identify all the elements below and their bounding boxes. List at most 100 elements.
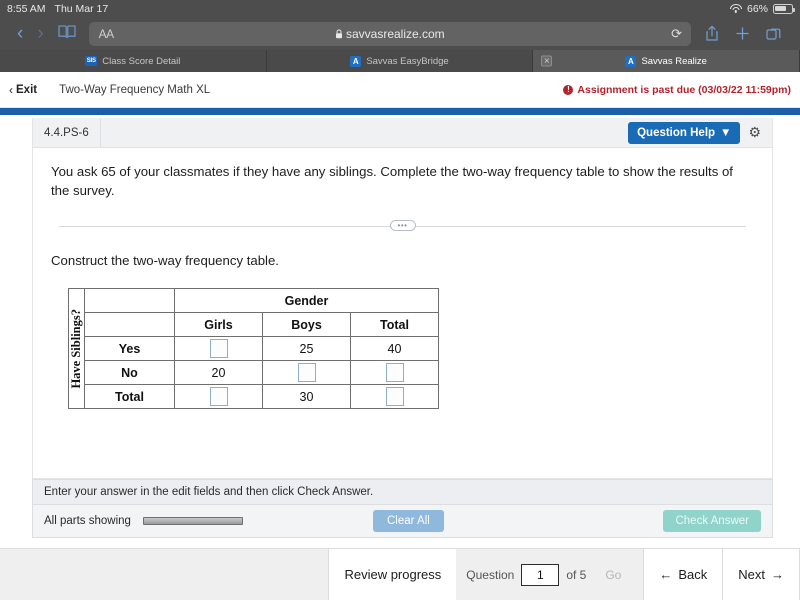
past-due-notice: ! Assignment is past due (03/03/22 11:59… xyxy=(563,84,791,96)
column-group-header: Gender xyxy=(174,288,439,314)
status-date: Thu Mar 17 xyxy=(54,2,109,15)
back-label: Back xyxy=(678,567,708,582)
arrow-left-icon: ← xyxy=(659,567,673,582)
check-answer-button[interactable]: Check Answer xyxy=(663,510,761,532)
battery-percent-label: 66% xyxy=(746,2,768,15)
cell-total-boys: 30 xyxy=(262,384,351,410)
column-header-boys: Boys xyxy=(262,312,351,338)
past-due-text: Assignment is past due (03/03/22 11:59pm… xyxy=(577,83,791,96)
question-label: Question xyxy=(466,567,515,582)
question-jump-group: Question 1 of 5 Go xyxy=(456,549,643,600)
question-help-button[interactable]: Question Help ▼ xyxy=(628,121,741,144)
row-header-total: Total xyxy=(84,384,175,410)
status-time: 8:55 AM xyxy=(7,2,46,15)
answer-action-bar: All parts showing Clear All Check Answer xyxy=(32,505,773,538)
cell-yes-girls[interactable] xyxy=(174,336,263,362)
accent-bar xyxy=(0,108,800,115)
cell-no-girls: 20 xyxy=(174,360,263,386)
gear-icon[interactable]: ⚙ xyxy=(748,124,761,141)
bottom-navigation-bar: Review progress Question 1 of 5 Go ← Bac… xyxy=(0,548,800,600)
wifi-icon xyxy=(729,4,742,13)
question-count-label: of 5 xyxy=(566,567,587,582)
question-body: You ask 65 of your classmates if they ha… xyxy=(33,148,772,410)
answer-input-box[interactable] xyxy=(385,363,404,383)
screen-root: 8:55 AM Thu Mar 17 66% ‹ › AA savvasreal… xyxy=(0,0,800,600)
assignment-title: Two-Way Frequency Math XL xyxy=(59,83,211,96)
browser-tab-label: Savvas Realize xyxy=(641,55,707,67)
answer-input-box[interactable] xyxy=(209,387,228,407)
savvas-favicon-icon xyxy=(625,55,637,67)
exit-button[interactable]: ‹ Exit xyxy=(9,83,37,97)
go-button[interactable]: Go xyxy=(593,568,633,582)
cell-no-boys[interactable] xyxy=(262,360,351,386)
table-row-column-headers: Girls Boys Total xyxy=(69,312,439,338)
cell-yes-boys: 25 xyxy=(262,336,351,362)
parts-status-label: All parts showing xyxy=(44,515,131,527)
next-label: Next xyxy=(738,567,765,582)
frequency-table-wrapper: Have Siblings? Gender Girls Boys Total Y… xyxy=(68,288,754,410)
question-help-label: Question Help xyxy=(637,126,716,139)
browser-toolbar: ‹ › AA savvasrealize.com ⟳ xyxy=(0,17,800,50)
row-axis-label: Have Siblings? xyxy=(68,288,85,410)
answer-input-box[interactable] xyxy=(297,363,316,383)
answer-input-box[interactable] xyxy=(209,339,228,359)
question-subprompt: Construct the two-way frequency table. xyxy=(51,253,279,269)
share-icon[interactable] xyxy=(697,25,727,42)
tabs-icon[interactable] xyxy=(758,26,790,42)
question-panel: 4.4.PS-6 Question Help ▼ ⚙ You ask 65 of… xyxy=(32,118,773,479)
cell-total-girls[interactable] xyxy=(174,384,263,410)
table-row-group-header: Have Siblings? Gender xyxy=(68,288,439,410)
clear-all-button[interactable]: Clear All xyxy=(373,510,444,532)
next-button[interactable]: Next → xyxy=(722,549,800,600)
table-row: Yes 25 40 xyxy=(69,336,439,362)
table-corner-cell xyxy=(84,312,175,338)
two-way-frequency-table: Have Siblings? Gender Girls Boys Total Y… xyxy=(68,288,439,410)
close-icon[interactable]: ✕ xyxy=(541,55,553,67)
answer-instruction-bar: Enter your answer in the edit fields and… xyxy=(32,479,773,505)
column-header-girls: Girls xyxy=(174,312,263,338)
chevron-right-icon[interactable]: › xyxy=(30,24,50,43)
answer-instruction-text: Enter your answer in the edit fields and… xyxy=(44,486,374,498)
question-prompt: You ask 65 of your classmates if they ha… xyxy=(51,164,733,199)
cell-total-total[interactable] xyxy=(350,384,439,410)
chevron-left-icon: ‹ xyxy=(9,82,13,97)
column-header-total: Total xyxy=(350,312,439,338)
ios-status-bar: 8:55 AM Thu Mar 17 66% xyxy=(0,0,800,17)
browser-tab-label: Savvas EasyBridge xyxy=(366,55,449,67)
status-bar-left: 8:55 AM Thu Mar 17 xyxy=(7,3,108,15)
browser-tab-savvas-realize[interactable]: ✕ Savvas Realize xyxy=(533,50,800,72)
table-row: No 20 xyxy=(69,360,439,386)
savvas-favicon-icon xyxy=(350,55,362,67)
book-icon[interactable] xyxy=(51,24,83,44)
parts-progress-bar[interactable] xyxy=(142,517,243,525)
lock-icon xyxy=(335,29,342,38)
exit-label: Exit xyxy=(16,83,38,96)
answer-input-box[interactable] xyxy=(385,387,404,407)
browser-tab-class-score-detail[interactable]: SIS Class Score Detail xyxy=(0,50,267,72)
browser-tab-savvas-easybridge[interactable]: Savvas EasyBridge xyxy=(267,50,534,72)
cell-yes-total: 40 xyxy=(350,336,439,362)
table-corner-cell xyxy=(84,288,175,314)
url-display: savvasrealize.com xyxy=(89,27,691,41)
back-button[interactable]: ← Back xyxy=(643,549,723,600)
chevron-down-icon: ▼ xyxy=(720,126,732,139)
plus-icon[interactable] xyxy=(727,26,758,41)
row-header-no: No xyxy=(84,360,175,386)
question-id: 4.4.PS-6 xyxy=(33,118,101,147)
row-header-yes: Yes xyxy=(84,336,175,362)
table-row: Total 30 xyxy=(69,384,439,410)
divider-handle[interactable]: ••• xyxy=(389,220,416,232)
battery-icon xyxy=(773,3,795,14)
url-text: savvasrealize.com xyxy=(345,26,445,41)
arrow-right-icon: → xyxy=(771,567,784,582)
alert-icon: ! xyxy=(563,84,574,95)
browser-tab-label: Class Score Detail xyxy=(102,55,181,67)
question-toolbar: 4.4.PS-6 Question Help ▼ ⚙ xyxy=(33,118,772,148)
app-header: ‹ Exit Two-Way Frequency Math XL ! Assig… xyxy=(0,72,800,108)
url-bar[interactable]: AA savvasrealize.com ⟳ xyxy=(88,21,691,46)
question-number-input[interactable]: 1 xyxy=(521,563,560,586)
cell-no-total[interactable] xyxy=(350,360,439,386)
chevron-left-icon[interactable]: ‹ xyxy=(10,24,30,43)
section-divider: ••• xyxy=(59,220,746,232)
review-progress-button[interactable]: Review progress xyxy=(328,549,457,600)
